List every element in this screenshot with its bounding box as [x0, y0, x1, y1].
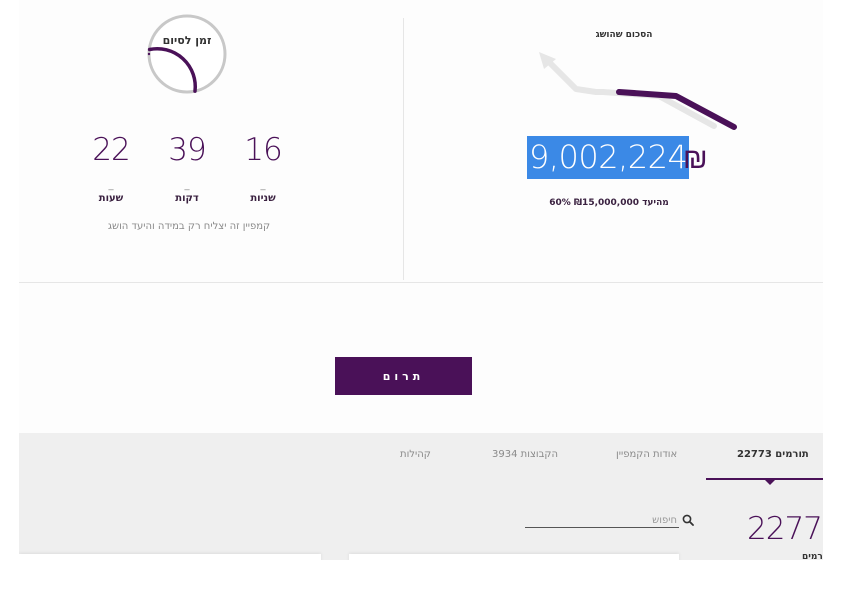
donate-button[interactable]: תרום [335, 357, 472, 395]
donors-count-label: תורמים [802, 552, 823, 560]
goal-text: 60% מהיעד ₪15,000,000 [549, 198, 669, 208]
countdown-seconds-label: שניות [250, 193, 276, 204]
countdown-minutes-dash: _ [184, 180, 190, 191]
search-icon[interactable] [682, 514, 694, 526]
tab-donors[interactable]: 22773 תורמים [737, 449, 809, 460]
tab-communities[interactable]: קהילות [400, 449, 431, 460]
arrow-up-left-icon [539, 52, 737, 130]
donor-card[interactable] [19, 554, 321, 560]
donors-section: 22773 תורמים אודות הקמפיין 3934 הקבוצות … [19, 433, 823, 560]
countdown-minutes-label: דקות [175, 193, 199, 204]
countdown-hours: 22 [92, 132, 130, 168]
currency-symbol: ₪ [683, 141, 708, 175]
donor-card[interactable] [349, 554, 679, 560]
countdown-hours-dash: _ [108, 180, 114, 191]
countdown-seconds: 16 [244, 132, 282, 168]
active-tab-caret [764, 479, 776, 485]
countdown-seconds-dash: _ [260, 180, 266, 191]
search-bar [525, 513, 694, 529]
search-input[interactable] [525, 513, 679, 528]
tab-about[interactable]: אודות הקמפיין [616, 449, 677, 460]
raised-amount: 9,002,224 [527, 136, 690, 179]
raised-title: הסכום שהושג [595, 30, 653, 40]
countdown-minutes: 39 [168, 132, 206, 168]
countdown-hours-label: שעות [98, 193, 124, 204]
countdown-ring-label: זמן לסיום [162, 34, 212, 47]
campaign-condition-note: קמפיין זה יצליח רק במידה והיעד הושג [107, 221, 271, 232]
campaign-page: זמן לסיום 22 _ שעות 39 _ דקות 16 _ שניות… [19, 0, 823, 560]
tab-groups[interactable]: 3934 הקבוצות [492, 449, 558, 460]
stats-divider [403, 18, 404, 280]
campaign-stats-section: זמן לסיום 22 _ שעות 39 _ דקות 16 _ שניות… [19, 0, 823, 283]
countdown-ring [147, 14, 227, 94]
donors-count: 22773 [747, 511, 823, 547]
